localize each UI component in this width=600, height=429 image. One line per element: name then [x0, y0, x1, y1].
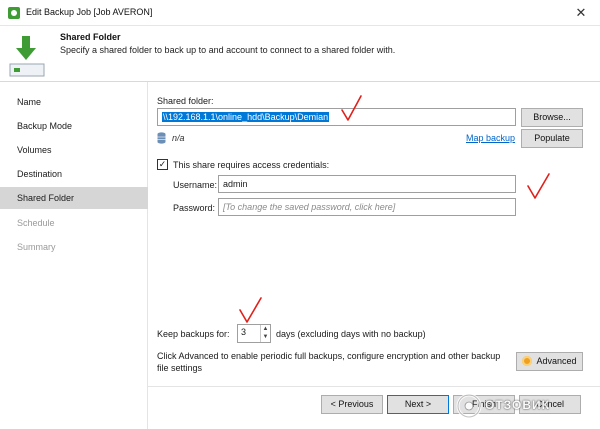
keep-backups-suffix: days (excluding days with no backup)	[276, 329, 426, 339]
advanced-button[interactable]: Advanced	[516, 352, 583, 371]
advanced-hint-text: Click Advanced to enable periodic full b…	[157, 351, 501, 373]
stepper-buttons: ▲ ▼	[260, 325, 270, 342]
previous-button[interactable]: < Previous	[321, 395, 383, 414]
sidebar-item-shared-folder[interactable]: Shared Folder	[0, 187, 148, 209]
page-title: Shared Folder	[60, 32, 121, 42]
stepper-down-icon[interactable]: ▼	[261, 333, 270, 341]
password-label: Password:	[173, 203, 216, 213]
annotation-check-mark-icon	[239, 297, 262, 323]
populate-button[interactable]: Populate	[521, 129, 583, 148]
keep-backups-stepper[interactable]: 3 ▲ ▼	[237, 324, 271, 343]
annotation-check-mark-icon	[341, 95, 362, 121]
sidebar-item-volumes[interactable]: Volumes	[0, 139, 148, 161]
map-backup-link[interactable]: Map backup	[466, 133, 515, 143]
shared-folder-value: \\192.168.1.1\online_hdd\Backup\Demian	[162, 112, 330, 122]
browse-button[interactable]: Browse...	[521, 108, 583, 127]
watermark-logo-icon	[456, 393, 482, 419]
username-label: Username:	[173, 180, 218, 190]
watermark-text: ОТЗОВИК	[485, 398, 550, 412]
footer-divider	[148, 386, 600, 387]
sidebar-item-backup-mode[interactable]: Backup Mode	[0, 115, 148, 137]
sidebar-item-schedule: Schedule	[17, 218, 55, 228]
gear-icon	[522, 356, 533, 366]
sidebar-item-summary: Summary	[17, 242, 56, 252]
keep-backups-value: 3	[241, 327, 247, 337]
otzovik-watermark: ОТЗОВИК	[455, 392, 597, 420]
shared-folder-input[interactable]: \\192.168.1.1\online_hdd\Backup\Demian	[157, 108, 516, 126]
download-arrow-icon	[9, 36, 45, 77]
title-bar: Edit Backup Job [Job AVERON] ✕	[0, 0, 600, 26]
wizard-header: Shared Folder Specify a shared folder to…	[0, 26, 600, 82]
wizard-steps-sidebar: Name Backup Mode Volumes Destination Sha…	[0, 82, 148, 429]
backup-size-value: n/a	[172, 133, 185, 143]
close-icon[interactable]: ✕	[572, 4, 590, 22]
credentials-checkbox[interactable]: ✓	[157, 159, 168, 170]
database-icon	[157, 132, 166, 144]
window-title: Edit Backup Job [Job AVERON]	[26, 7, 153, 17]
password-input[interactable]: [To change the saved password, click her…	[218, 198, 516, 216]
keep-backups-label: Keep backups for:	[157, 329, 230, 339]
annotation-check-mark-icon	[527, 173, 550, 199]
veeam-gear-icon	[8, 7, 20, 19]
page-description: Specify a shared folder to back up to an…	[60, 45, 396, 55]
sidebar-item-name[interactable]: Name	[0, 91, 148, 113]
sidebar-item-destination[interactable]: Destination	[0, 163, 148, 185]
shared-folder-label: Shared folder:	[157, 96, 214, 106]
advanced-button-label: Advanced	[536, 356, 577, 366]
username-input[interactable]: admin	[218, 175, 516, 193]
stepper-up-icon[interactable]: ▲	[261, 325, 270, 333]
next-button[interactable]: Next >	[387, 395, 449, 414]
credentials-checkbox-label: This share requires access credentials:	[173, 160, 330, 170]
